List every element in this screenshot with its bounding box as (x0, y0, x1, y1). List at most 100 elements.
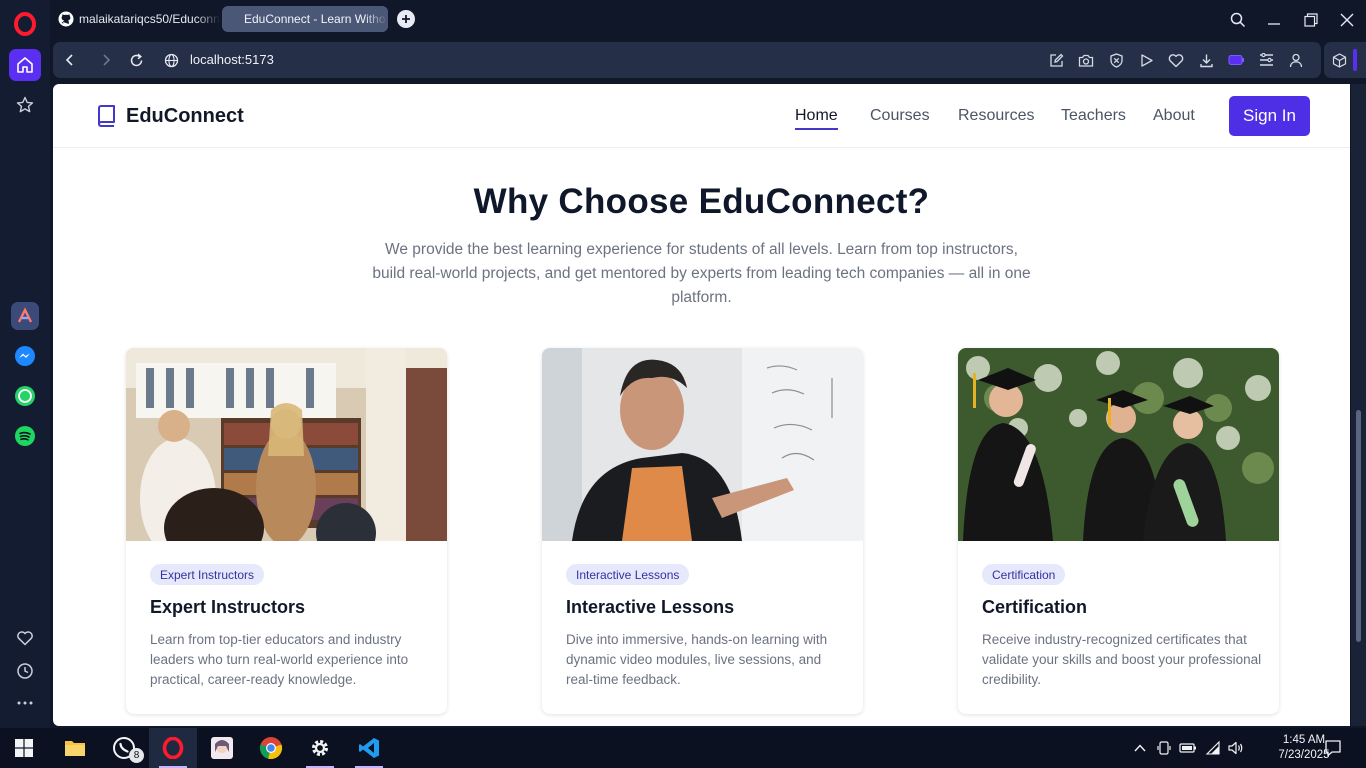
site-info-button[interactable] (161, 50, 181, 70)
sidebar-favorites-button[interactable] (9, 622, 41, 654)
card-title: Expert Instructors (150, 597, 306, 617)
tray-overflow-button[interactable] (1130, 738, 1150, 758)
search-icon (1230, 12, 1246, 28)
heart-icon (1168, 53, 1184, 67)
speaker-icon (1228, 741, 1243, 755)
sidebar-history-button[interactable] (9, 655, 41, 687)
browser-search-button[interactable] (1228, 10, 1248, 30)
spotify-icon (15, 426, 35, 446)
certification-photo (958, 348, 1279, 541)
extensions-button[interactable] (1329, 50, 1349, 70)
reload-icon (130, 52, 142, 66)
messenger-icon (15, 346, 35, 366)
card-description: Learn from top-tier educators and indust… (150, 632, 409, 687)
windows-logo-icon (15, 739, 33, 757)
restore-icon (1304, 13, 1318, 27)
nav-about[interactable]: About (1153, 107, 1195, 125)
new-tab-button[interactable] (397, 10, 415, 28)
plus-icon (402, 15, 410, 23)
player-button[interactable] (1136, 50, 1156, 70)
page-scrollbar[interactable] (1351, 84, 1366, 726)
downloads-button[interactable] (1196, 50, 1216, 70)
nav-home[interactable]: Home (795, 107, 838, 125)
tray-battery-button[interactable] (1178, 738, 1198, 758)
nav-teachers[interactable]: Teachers (1061, 107, 1126, 125)
tab-strip: malaikatariqcs50/Educonn EduConnect - Le… (50, 0, 1366, 40)
opera-logo-icon[interactable] (13, 12, 37, 36)
sidebar-messenger-button[interactable] (11, 342, 39, 370)
url-field[interactable]: localhost:5173 (190, 52, 274, 67)
taskbar-chrome[interactable] (247, 728, 295, 768)
feature-card-certification[interactable]: Certification Certification Receive indu… (958, 348, 1279, 714)
profile-button[interactable] (1286, 50, 1306, 70)
taskbar-vscode[interactable] (345, 728, 393, 768)
vscode-icon (359, 738, 379, 758)
notification-badge: 8 (129, 748, 144, 763)
nav-resources[interactable]: Resources (958, 107, 1034, 125)
book-icon (98, 105, 115, 127)
globe-icon (164, 53, 178, 67)
home-icon (17, 57, 33, 73)
arrow-right-icon (103, 54, 111, 66)
card-badge: Expert Instructors (150, 564, 265, 585)
taskbar-app-anime[interactable] (198, 728, 246, 768)
app-thumbnail-icon (211, 737, 233, 759)
card-badge: Interactive Lessons (566, 564, 690, 585)
extensions-area (1324, 42, 1366, 78)
chevron-up-icon (1134, 744, 1146, 752)
chrome-icon (259, 737, 283, 760)
address-bar: localhost:5173 (53, 42, 1321, 78)
card-description: Dive into immersive, hands-on learning w… (566, 632, 828, 687)
scrollbar-thumb[interactable] (1356, 410, 1361, 642)
snap-edit-button[interactable] (1046, 50, 1066, 70)
bookmark-button[interactable] (1166, 50, 1186, 70)
device-icon (1157, 741, 1171, 755)
user-icon (1289, 53, 1303, 67)
tray-network-button[interactable] (1203, 738, 1223, 758)
card-badge: Certification (982, 564, 1066, 585)
more-dots-icon (17, 701, 33, 705)
sidebar-more-button[interactable] (9, 687, 41, 719)
tray-device-button[interactable] (1154, 738, 1174, 758)
star-icon (16, 96, 34, 113)
close-window-button[interactable] (1337, 10, 1357, 30)
minimize-button[interactable] (1264, 10, 1284, 30)
taskbar-settings[interactable] (296, 728, 344, 768)
snapshot-button[interactable] (1076, 50, 1096, 70)
sidebar-spotify-button[interactable] (11, 422, 39, 450)
easy-setup-button[interactable] (1256, 50, 1276, 70)
notifications-button[interactable] (1323, 738, 1343, 758)
taskbar-whatsapp[interactable]: 8 (100, 728, 148, 768)
adblock-button[interactable] (1106, 50, 1126, 70)
tray-volume-button[interactable] (1226, 738, 1246, 758)
sidebar-speed-dial-button[interactable] (9, 89, 41, 121)
battery-saver-icon (1228, 55, 1244, 65)
taskbar-file-explorer[interactable] (51, 728, 99, 768)
sidebar-aria-button[interactable] (11, 302, 39, 330)
start-button[interactable] (0, 728, 48, 768)
taskbar-opera[interactable] (149, 728, 197, 768)
battery-saver-button[interactable] (1226, 50, 1246, 70)
restore-button[interactable] (1301, 10, 1321, 30)
menu-lines-icon (1259, 53, 1273, 66)
tab-github[interactable]: malaikatariqcs50/Educonn (56, 6, 220, 32)
brand[interactable]: EduConnect (95, 104, 244, 128)
opera-icon (162, 737, 184, 759)
tab-fade (364, 6, 388, 32)
nav-courses[interactable]: Courses (870, 107, 930, 125)
feature-card-lessons[interactable]: Interactive Lessons Interactive Lessons … (542, 348, 863, 714)
sidebar-whatsapp-button[interactable] (11, 382, 39, 410)
camera-icon (1078, 54, 1094, 67)
tab-educonnect[interactable]: EduConnect - Learn Witho (222, 6, 388, 32)
web-page: EduConnect Home Courses Resources Teache… (53, 84, 1350, 726)
forward-button[interactable] (96, 50, 116, 70)
back-button[interactable] (60, 50, 80, 70)
sidebar-home-button[interactable] (9, 49, 41, 81)
taskbar: 8 1:45 AM 7/23/2025 (0, 728, 1366, 768)
reload-button[interactable] (126, 50, 146, 70)
battery-icon (1179, 743, 1196, 753)
close-icon (1340, 13, 1354, 27)
lessons-photo (542, 348, 863, 541)
sign-in-button[interactable]: Sign In (1229, 96, 1310, 136)
feature-card-instructors[interactable]: Expert Instructors Expert Instructors Le… (126, 348, 447, 714)
